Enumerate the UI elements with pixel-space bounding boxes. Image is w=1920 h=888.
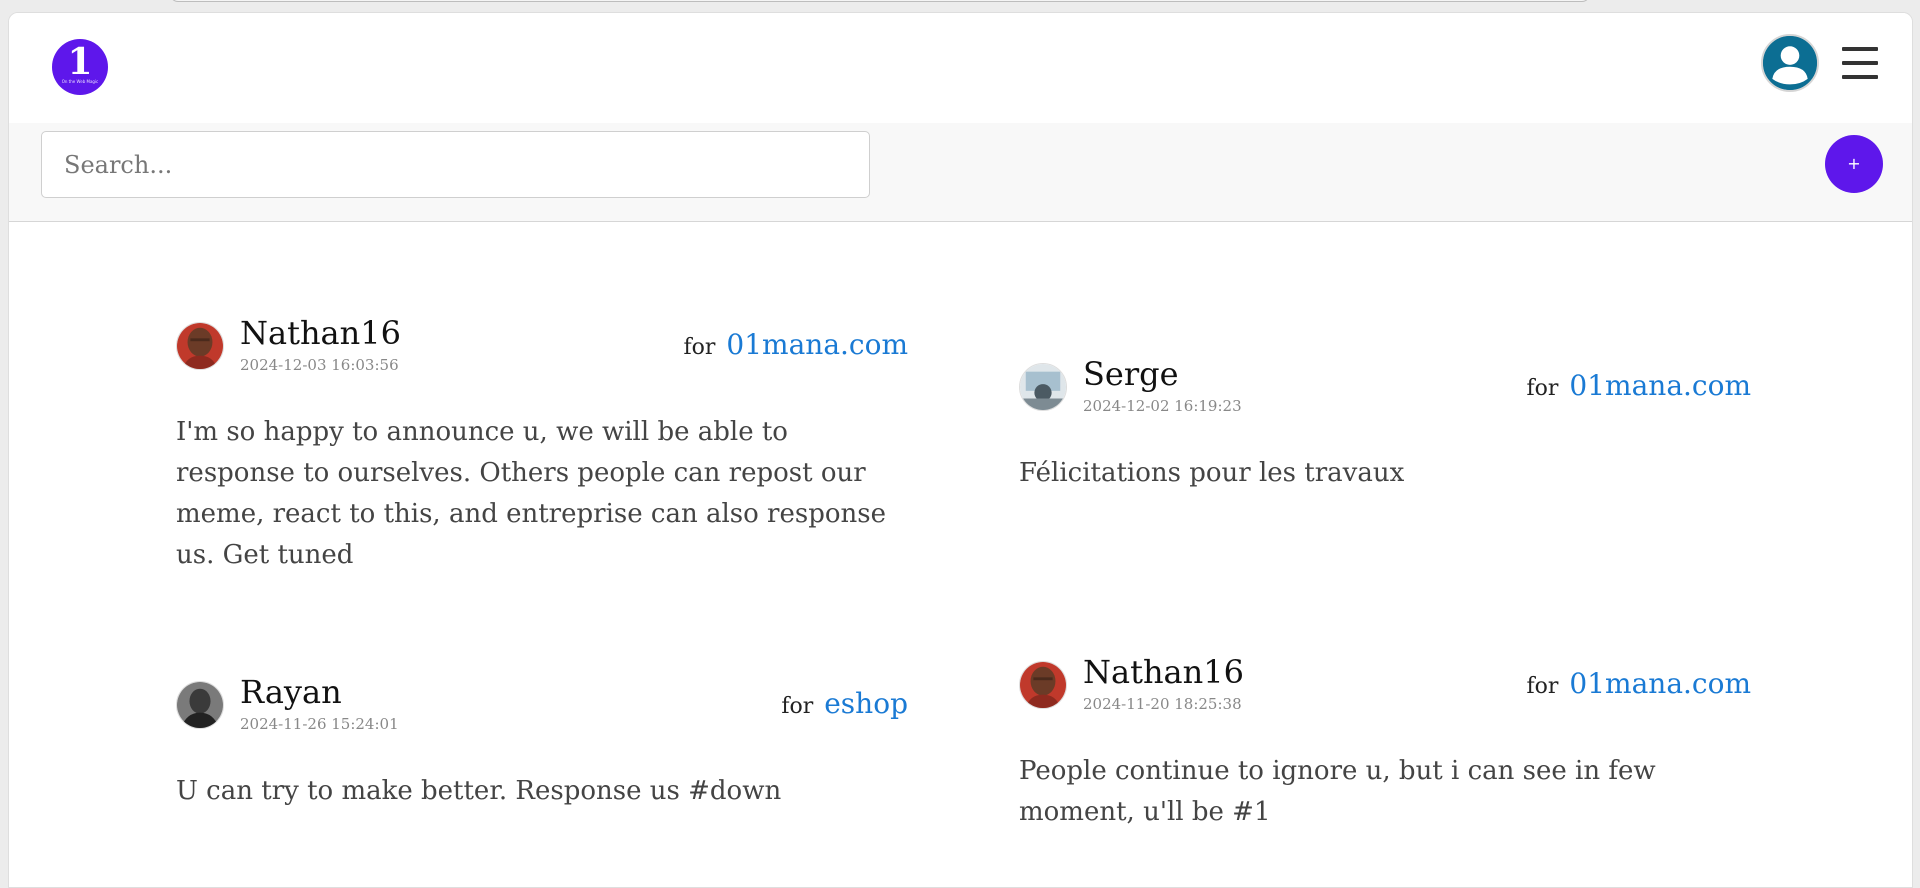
logo-text: 1 bbox=[67, 41, 93, 83]
avatar[interactable] bbox=[176, 322, 224, 370]
target-link[interactable]: 01mana.com bbox=[1569, 369, 1751, 402]
add-post-button[interactable]: + bbox=[1825, 135, 1883, 193]
hamburger-menu-icon[interactable] bbox=[1842, 47, 1880, 87]
target-link[interactable]: eshop bbox=[824, 687, 908, 720]
post-target: for 01mana.com bbox=[684, 328, 909, 361]
logo[interactable]: 1 On the Web Magic bbox=[52, 39, 108, 95]
target-link[interactable]: 01mana.com bbox=[726, 328, 908, 361]
post-username[interactable]: Rayan bbox=[240, 673, 342, 711]
post-body: I'm so happy to announce u, we will be a… bbox=[176, 417, 886, 570]
post-target: for 01mana.com bbox=[1527, 369, 1752, 402]
post-body: People continue to ignore u, but i can s… bbox=[1019, 756, 1656, 827]
for-label: for bbox=[1526, 674, 1559, 699]
post-timestamp: 2024-12-02 16:19:23 bbox=[1083, 397, 1242, 415]
post-target: for 01mana.com bbox=[1527, 667, 1752, 700]
post-timestamp: 2024-11-20 18:25:38 bbox=[1083, 695, 1242, 713]
post-card: Rayan 2024-11-26 15:24:01 for eshop U ca… bbox=[176, 673, 908, 812]
search-toolbar bbox=[9, 123, 1912, 222]
avatar[interactable] bbox=[1019, 363, 1067, 411]
post-body: U can try to make better. Response us #d… bbox=[176, 776, 782, 806]
post-target: for eshop bbox=[781, 687, 908, 720]
for-label: for bbox=[781, 694, 814, 719]
for-label: for bbox=[1526, 376, 1559, 401]
target-link[interactable]: 01mana.com bbox=[1569, 667, 1751, 700]
avatar[interactable] bbox=[1019, 661, 1067, 709]
post-body: Félicitations pour les travaux bbox=[1019, 458, 1405, 488]
post-card: Nathan16 2024-11-20 18:25:38 for 01mana.… bbox=[1019, 653, 1752, 833]
logo-tagline: On the Web Magic bbox=[61, 79, 99, 84]
for-label: for bbox=[683, 335, 716, 360]
app-window: 1 On the Web Magic + bbox=[8, 12, 1913, 888]
post-card: Serge 2024-12-02 16:19:23 for 01mana.com… bbox=[1019, 355, 1752, 494]
post-username[interactable]: Nathan16 bbox=[240, 314, 401, 352]
user-account-icon[interactable] bbox=[1761, 34, 1819, 92]
post-timestamp: 2024-11-26 15:24:01 bbox=[240, 715, 399, 733]
header: 1 On the Web Magic bbox=[9, 13, 1912, 123]
search-input[interactable] bbox=[41, 131, 870, 198]
post-username[interactable]: Nathan16 bbox=[1083, 653, 1244, 691]
post-timestamp: 2024-12-03 16:03:56 bbox=[240, 356, 399, 374]
browser-top-edge bbox=[170, 0, 1590, 2]
post-username[interactable]: Serge bbox=[1083, 355, 1179, 393]
post-card: Nathan16 2024-12-03 16:03:56 for 01mana.… bbox=[176, 314, 909, 576]
avatar[interactable] bbox=[176, 681, 224, 729]
